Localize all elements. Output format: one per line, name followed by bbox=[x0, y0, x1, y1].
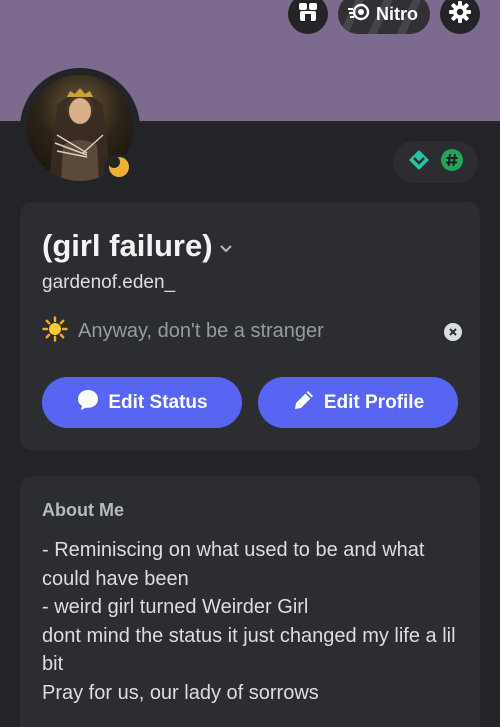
chevron-down-icon bbox=[219, 228, 233, 264]
status-indicator bbox=[104, 154, 134, 184]
edit-profile-label: Edit Profile bbox=[323, 391, 425, 413]
top-actions: Nitro bbox=[288, 0, 480, 34]
badge-list bbox=[393, 141, 478, 183]
custom-status[interactable]: Anyway, don't be a stranger bbox=[42, 316, 462, 347]
nitro-button[interactable]: Nitro bbox=[338, 0, 430, 34]
close-icon[interactable] bbox=[444, 322, 462, 341]
display-name: (girl failure) bbox=[42, 228, 213, 263]
nitro-label: Nitro bbox=[376, 3, 418, 24]
idle-moon-icon bbox=[108, 155, 130, 183]
edit-profile-button[interactable]: Edit Profile bbox=[258, 377, 458, 428]
chat-bubble-icon bbox=[76, 388, 100, 418]
pencil-icon bbox=[292, 388, 316, 418]
shop-icon bbox=[297, 1, 319, 28]
hashtag-badge-icon[interactable] bbox=[440, 148, 464, 177]
sun-icon bbox=[42, 316, 68, 347]
shop-button[interactable] bbox=[288, 0, 328, 34]
hypesquad-icon[interactable] bbox=[408, 149, 430, 176]
edit-status-label: Edit Status bbox=[108, 391, 208, 413]
status-text: Anyway, don't be a stranger bbox=[78, 320, 324, 342]
about-me-text: - Reminiscing on what used to be and wha… bbox=[42, 539, 456, 704]
edit-status-button[interactable]: Edit Status bbox=[42, 377, 242, 428]
username: gardenof.eden_ bbox=[42, 272, 176, 293]
settings-button[interactable] bbox=[440, 0, 480, 34]
about-me-card: About Me - Reminiscing on what used to b… bbox=[20, 476, 480, 727]
nitro-icon bbox=[348, 3, 370, 26]
display-name-row[interactable]: (girl failure) bbox=[42, 228, 233, 264]
gear-icon bbox=[448, 0, 472, 29]
about-me-title: About Me bbox=[42, 500, 124, 520]
profile-card: (girl failure) gardenof.eden_ Anyway, do… bbox=[20, 202, 480, 450]
